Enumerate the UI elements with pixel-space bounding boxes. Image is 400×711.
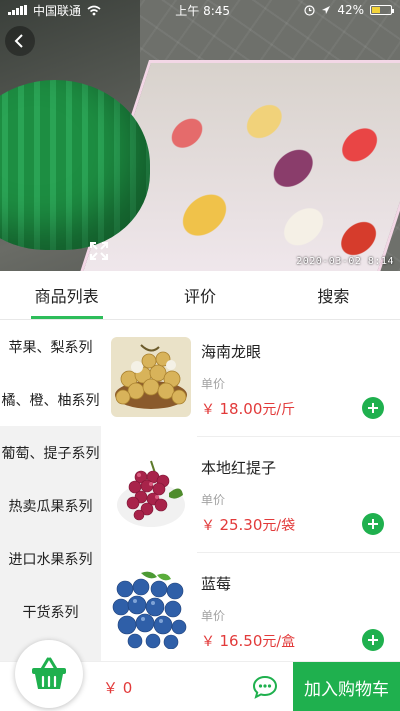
- plus-icon: [368, 519, 378, 529]
- product-name: 海南龙眼: [201, 343, 262, 361]
- product-image-longan[interactable]: [111, 337, 191, 417]
- tab-product-list[interactable]: 商品列表: [0, 271, 133, 319]
- status-bar: 中国联通 上午 8:45 42%: [0, 0, 400, 20]
- price-unit: 元/盒: [262, 634, 296, 650]
- chevron-left-icon: [14, 34, 23, 48]
- status-time: 上午 8:45: [175, 3, 231, 18]
- unit-price-label: 单价: [201, 493, 226, 507]
- battery-icon: [369, 5, 394, 15]
- tab-reviews[interactable]: 评价: [133, 271, 266, 319]
- plus-icon: [368, 635, 378, 645]
- carrier-name: 中国联通: [33, 3, 82, 18]
- category-sidebar: 苹果、梨系列 橘、橙、柚系列 葡萄、提子系列 热卖瓜果系列 进口水果系列 干货系…: [0, 320, 101, 661]
- location-icon: [322, 6, 331, 14]
- add-to-cart-button[interactable]: [362, 629, 384, 651]
- wifi-icon: [87, 5, 101, 15]
- unit-price-label: 单价: [201, 377, 226, 391]
- product-item[interactable]: 本地红提子 单价 ￥ 25.30元/袋: [101, 436, 400, 552]
- fullscreen-button[interactable]: [88, 240, 110, 262]
- product-price: ￥ 16.50元/盒: [201, 631, 295, 651]
- category-imported[interactable]: 进口水果系列: [0, 532, 101, 585]
- alarm-icon: [304, 4, 315, 16]
- add-to-cart-checkout-button[interactable]: 加入购物车: [293, 662, 400, 711]
- category-dried[interactable]: 干货系列: [0, 585, 101, 638]
- chat-button[interactable]: [252, 675, 278, 699]
- currency-symbol: ￥: [201, 518, 215, 534]
- category-apple-pear[interactable]: 苹果、梨系列: [0, 320, 101, 373]
- price-value: 25.30: [219, 516, 263, 534]
- category-hot-melons[interactable]: 热卖瓜果系列: [0, 479, 101, 532]
- price-value: 16.50: [219, 632, 263, 650]
- add-to-cart-button[interactable]: [362, 397, 384, 419]
- chat-icon: [252, 675, 278, 699]
- plus-icon: [368, 403, 378, 413]
- currency-symbol: ￥: [201, 634, 215, 650]
- category-citrus[interactable]: 橘、橙、柚系列: [0, 373, 101, 426]
- cart-total: ￥ 0: [103, 679, 133, 697]
- product-price: ￥ 18.00元/斤: [201, 399, 295, 419]
- add-to-cart-button[interactable]: [362, 513, 384, 535]
- live-video[interactable]: 2020-03-02 8:14: [0, 0, 400, 271]
- signal-icon: [8, 5, 27, 15]
- price-unit: 元/斤: [262, 402, 296, 418]
- product-item[interactable]: 蓝莓 单价 ￥ 16.50元/盒: [101, 552, 400, 661]
- category-grapes[interactable]: 葡萄、提子系列: [0, 426, 101, 479]
- green-umbrella-image: [0, 80, 150, 250]
- expand-icon: [90, 242, 108, 260]
- tab-search[interactable]: 搜索: [267, 271, 400, 319]
- battery-percent: 42%: [337, 3, 364, 17]
- back-button[interactable]: [5, 26, 35, 56]
- product-list: 海南龙眼 单价 ￥ 18.00元/斤 本地红提子 单价 ￥ 25.30元/袋 蓝…: [101, 320, 400, 661]
- product-image-red-grapes[interactable]: [111, 453, 191, 533]
- unit-price-label: 单价: [201, 609, 226, 623]
- product-item[interactable]: 海南龙眼 单价 ￥ 18.00元/斤: [101, 320, 400, 436]
- product-image-blueberries[interactable]: [111, 569, 191, 649]
- product-price: ￥ 25.30元/袋: [201, 515, 295, 535]
- price-value: 18.00: [219, 400, 263, 418]
- product-name: 本地红提子: [201, 459, 277, 477]
- shopping-basket-icon: [32, 657, 66, 689]
- currency-symbol: ￥: [201, 402, 215, 418]
- cart-button[interactable]: [15, 640, 83, 708]
- tab-bar: 商品列表 评价 搜索: [0, 271, 400, 320]
- cart-bar: ￥ 0 加入购物车: [0, 640, 400, 711]
- video-timestamp: 2020-03-02 8:14: [296, 256, 394, 267]
- price-unit: 元/袋: [262, 518, 296, 534]
- product-name: 蓝莓: [201, 575, 232, 593]
